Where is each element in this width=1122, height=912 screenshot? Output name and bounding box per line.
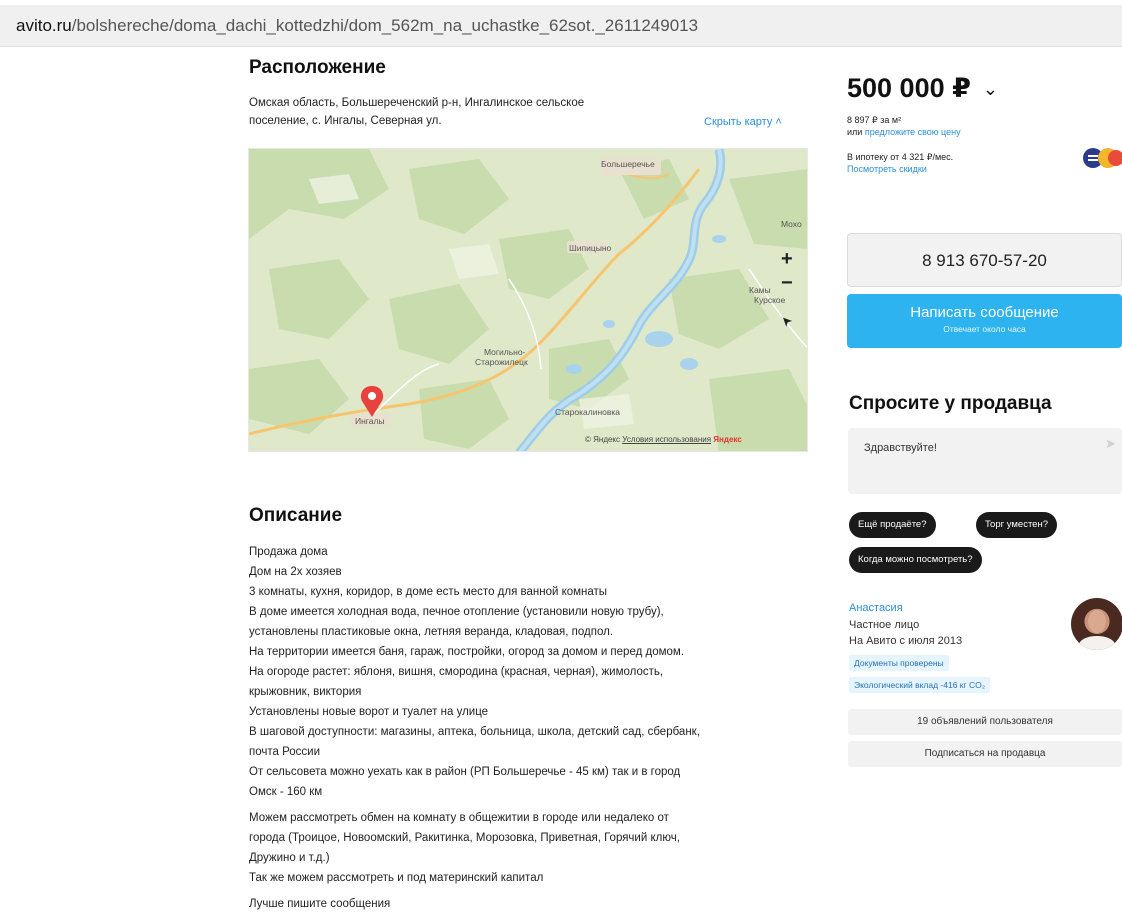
phone-button[interactable]: 8 913 670-57-20 — [847, 233, 1122, 287]
eco-badge[interactable]: Экологический вклад -416 кг CO₂ — [849, 677, 991, 693]
description-line: почта России — [249, 746, 320, 758]
price: 500 000 ₽ ⌄ — [847, 73, 998, 104]
write-message-label: Написать сообщение — [910, 304, 1059, 321]
description-line: Лучше пишите сообщения — [249, 898, 391, 910]
description-line: установлены пластиковые окна, летняя вер… — [249, 626, 614, 638]
offer-price: или предложите свою цену — [847, 127, 961, 138]
url-path: /bolshereche/doma_dachi_kottedzhi/dom_56… — [71, 16, 699, 35]
offer-prefix: или — [847, 127, 863, 137]
map-label-bolshereche: Большеречье — [601, 159, 655, 169]
description-title: Описание — [249, 505, 343, 526]
description-line: Дружино и т.д.) — [249, 852, 330, 864]
map-copyright-prefix: © Яндекс — [585, 435, 621, 444]
discounts-link[interactable]: Посмотреть скидки — [847, 164, 927, 175]
seller-ads-button[interactable]: 19 объявлений пользователя — [848, 709, 1122, 735]
map-label-mogilno: Могильно- — [484, 347, 526, 357]
description-line: В доме имеется холодная вода, печное ото… — [249, 606, 664, 618]
chevron-up-icon: ˄ — [775, 116, 782, 128]
zoom-in-button[interactable]: + — [781, 249, 793, 269]
description-line: От сельсовета можно уехать как в район (… — [249, 766, 681, 778]
map[interactable]: Большеречье Шипицыно Могильно- Старожиле… — [248, 148, 808, 452]
yandex-logo: Яндекс — [713, 435, 742, 444]
location-pin-icon — [360, 386, 384, 417]
description-line: Можем рассмотреть обмен на комнату в общ… — [249, 812, 669, 824]
subscribe-button[interactable]: Подписаться на продавца — [848, 741, 1122, 767]
seller-since: На Авито с июля 2013 — [849, 635, 963, 647]
seller-type: Частное лицо — [849, 619, 920, 631]
description-line: Продажа дома — [249, 546, 328, 558]
address-line-2: поселение, с. Ингалы, Северная ул. — [249, 115, 442, 127]
url-text[interactable]: avito.ru/bolshereche/doma_dachi_kottedzh… — [16, 16, 698, 36]
chip-bargain[interactable]: Торг уместен? — [976, 512, 1057, 538]
address-line-1: Омская область, Большереченский р-н, Инг… — [249, 97, 585, 109]
ask-seller-text[interactable]: Здравствуйте! — [864, 442, 937, 454]
chevron-down-icon[interactable]: ⌄ — [983, 79, 998, 99]
description-line: 3 комнаты, кухня, коридор, в доме есть м… — [249, 586, 608, 598]
location-title: Расположение — [249, 57, 386, 78]
map-label-ingaly: Ингалы — [355, 416, 385, 426]
chip-when-view[interactable]: Когда можно посмотреть? — [849, 547, 982, 573]
browser-address-bar[interactable]: avito.ru/bolshereche/doma_dachi_kottedzh… — [0, 5, 1122, 47]
price-value: 500 000 ₽ — [847, 73, 971, 103]
hide-map-label: Скрыть карту — [704, 116, 773, 128]
map-label-kurskoe: Курское — [754, 295, 786, 305]
map-label-mogilno-2: Старожилецк — [475, 357, 528, 367]
write-message-button[interactable]: Написать сообщение Отвечает около часа — [847, 294, 1122, 348]
url-domain: avito.ru — [16, 16, 72, 35]
docs-verified-badge: Документы проверены — [849, 655, 949, 671]
avatar[interactable] — [1071, 598, 1122, 650]
mortgage-text: В ипотеку от 4 321 ₽/мес. — [847, 152, 954, 162]
zoom-out-button[interactable]: − — [781, 273, 793, 293]
ask-seller-input[interactable]: Здравствуйте! ➤ — [848, 428, 1122, 494]
description-line: На территории имеется баня, гараж, постр… — [249, 646, 685, 658]
offer-price-link[interactable]: предложите свою цену — [865, 127, 961, 137]
description-line: Омск - 160 км — [249, 786, 323, 798]
hide-map-link[interactable]: Скрыть карту ˄ — [704, 116, 782, 128]
description-line: Так же можем рассмотреть и под материнск… — [249, 872, 544, 884]
description-line: В шаговой доступности: магазины, аптека,… — [249, 726, 700, 738]
map-terms-link[interactable]: Условия использования — [622, 435, 711, 444]
map-copyright: © Яндекс Условия использования Яндекс — [585, 435, 742, 444]
description-line: На огороде растет: яблоня, вишня, смород… — [249, 666, 664, 678]
map-label-moho: Мохо — [781, 219, 802, 229]
price-per-sqm: 8 897 ₽ за м² — [847, 115, 902, 125]
description-line: Дом на 2х хозяев — [249, 566, 342, 578]
reply-time: Отвечает около часа — [943, 324, 1026, 334]
seller-name-link[interactable]: Анастасия — [849, 602, 903, 614]
bank-badge-icon[interactable] — [1082, 147, 1122, 169]
description-line: города (Троицое, Новоомский, Ракитинка, … — [249, 832, 680, 844]
map-label-kamy: Камы — [749, 285, 771, 295]
map-label-starokalinovka: Старокалиновка — [555, 407, 621, 417]
chip-still-selling[interactable]: Ещё продаёте? — [849, 512, 936, 538]
description-line: Установлены новые ворот и туалет на улиц… — [249, 706, 489, 718]
send-icon[interactable]: ➤ — [1105, 436, 1116, 452]
description-line: крыжовник, виктория — [249, 686, 362, 698]
description-body: Продажа дома Дом на 2х хозяев 3 комнаты,… — [249, 542, 809, 912]
map-label-shipitsyno: Шипицыно — [569, 243, 612, 253]
ask-seller-title: Спросите у продавца — [849, 393, 1052, 414]
map-background — [249, 149, 807, 451]
address: Омская область, Большереченский р-н, Инг… — [249, 94, 689, 130]
